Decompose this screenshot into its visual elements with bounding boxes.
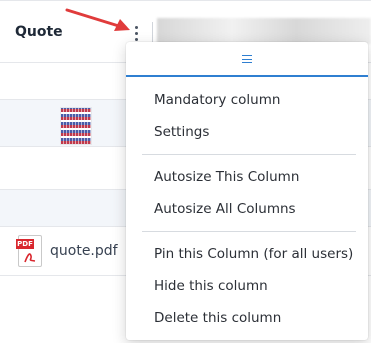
menu-item-mandatory-column[interactable]: Mandatory column — [154, 92, 280, 108]
menu-item-pin-column[interactable]: Pin this Column (for all users) — [154, 246, 353, 262]
menu-item-autosize-all-columns[interactable]: Autosize All Columns — [154, 201, 296, 217]
pdf-file-icon: PDF — [16, 235, 42, 267]
file-name-link[interactable]: quote.pdf — [50, 243, 118, 259]
blurred-column-header — [157, 18, 371, 44]
menu-separator — [142, 154, 356, 155]
table-view: Quote PDF quote.pdf Mandatory column Set… — [0, 0, 371, 343]
ellipsis-dot — [134, 37, 138, 41]
ellipsis-dot — [134, 31, 138, 35]
acrobat-swoosh-icon — [24, 253, 36, 263]
hamburger-menu-icon[interactable] — [242, 55, 252, 63]
menu-header-underline — [126, 75, 368, 77]
file-cell[interactable]: PDF quote.pdf — [16, 235, 118, 267]
column-menu: Mandatory column Settings Autosize This … — [126, 42, 368, 340]
column-header-quote[interactable]: Quote — [15, 24, 63, 40]
qr-thumbnail-icon[interactable] — [60, 107, 92, 145]
menu-item-settings[interactable]: Settings — [154, 124, 209, 140]
menu-item-hide-column[interactable]: Hide this column — [154, 278, 268, 294]
menu-item-delete-column[interactable]: Delete this column — [154, 310, 281, 326]
pdf-badge: PDF — [16, 239, 34, 249]
arrow-shaft — [65, 8, 124, 29]
ellipsis-dot — [134, 25, 138, 29]
red-arrow-icon — [65, 8, 130, 31]
column-divider[interactable] — [152, 22, 153, 44]
menu-separator — [142, 231, 356, 232]
menu-item-autosize-this-column[interactable]: Autosize This Column — [154, 169, 299, 185]
menu-header-tab[interactable] — [126, 42, 368, 77]
